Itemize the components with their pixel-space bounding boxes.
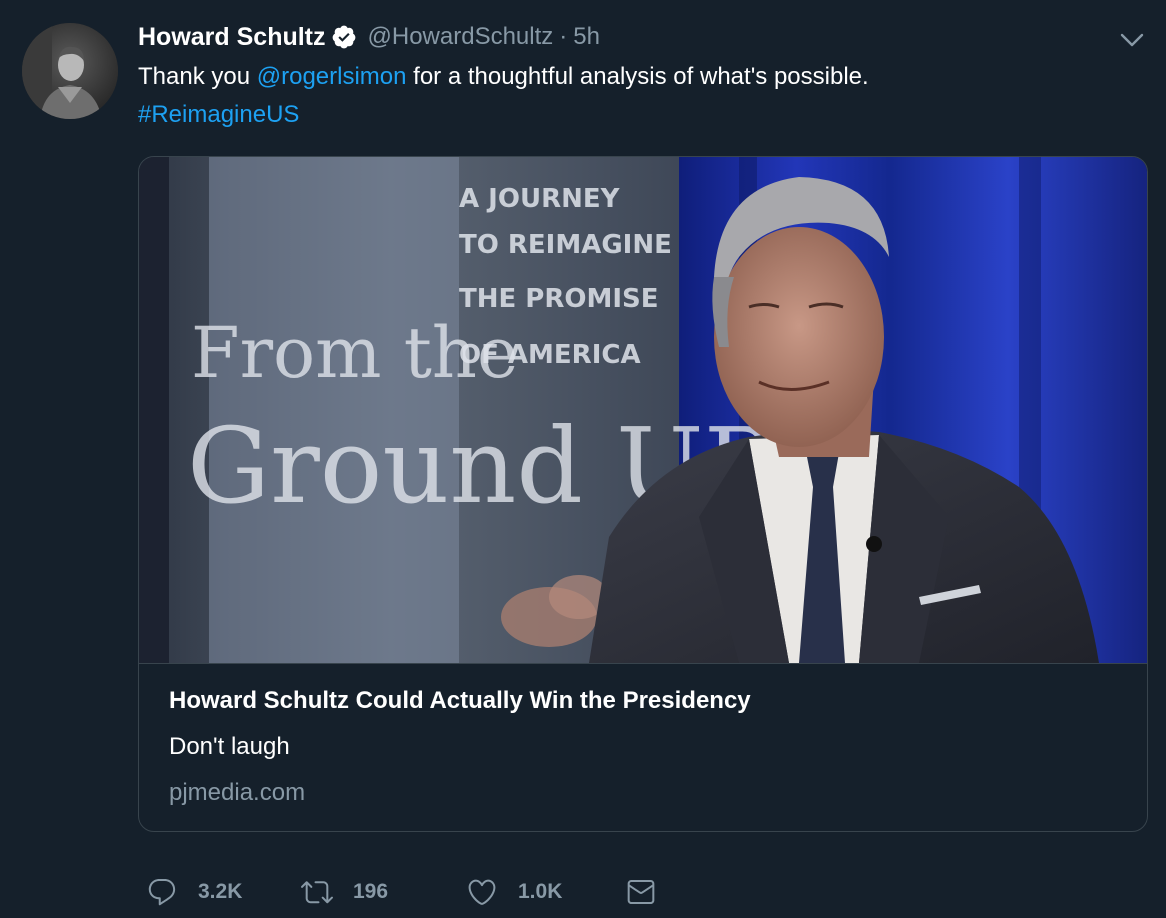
user-handle[interactable]: @HowardSchultz: [368, 23, 554, 51]
direct-message-button[interactable]: [624, 876, 658, 908]
link-card[interactable]: From the Ground UP A JOURNEY TO REIMAGIN…: [138, 156, 1148, 832]
backdrop-journey-line-3: THE PROMISE: [459, 284, 659, 314]
card-image: From the Ground UP A JOURNEY TO REIMAGIN…: [139, 157, 1147, 664]
reply-button[interactable]: 3.2K: [146, 876, 301, 908]
card-title: Howard Schultz Could Actually Win the Pr…: [169, 687, 751, 714]
reply-count: 3.2K: [198, 880, 243, 903]
retweet-count: 196: [353, 880, 389, 903]
tweet-actions: 3.2K 196 1.0K: [146, 870, 658, 914]
verified-badge-icon: [331, 24, 357, 50]
display-name[interactable]: Howard Schultz: [138, 23, 326, 52]
backdrop-journey-line-1: A JOURNEY: [459, 184, 621, 214]
backdrop-journey-line-4: OF AMERICA: [459, 340, 641, 370]
envelope-icon: [624, 876, 658, 908]
like-count: 1.0K: [518, 880, 563, 903]
tweet-header: Howard Schultz @HowardSchultz · 5h: [138, 20, 600, 54]
retweet-icon: [301, 876, 333, 908]
mention-link[interactable]: @rogerlsimon: [257, 63, 407, 90]
avatar[interactable]: [22, 23, 118, 119]
hashtag-link[interactable]: #ReimagineUS: [138, 101, 299, 128]
card-domain: pjmedia.com: [169, 779, 306, 806]
tweet: Howard Schultz @HowardSchultz · 5h Thank…: [0, 0, 1166, 918]
card-description: Don't laugh: [169, 733, 290, 760]
tweet-text-prefix: Thank you: [138, 63, 257, 90]
tweet-text-suffix: for a thoughtful analysis of what's poss…: [406, 63, 869, 90]
chevron-down-icon[interactable]: [1118, 28, 1146, 52]
backdrop-journey-line-2: TO REIMAGINE: [459, 230, 672, 260]
tweet-text: Thank you @rogerlsimon for a thoughtful …: [138, 58, 1118, 134]
retweet-button[interactable]: 196: [301, 876, 466, 908]
reply-icon: [146, 876, 178, 908]
heart-icon: [466, 876, 498, 908]
timestamp[interactable]: 5h: [573, 23, 600, 51]
separator-dot: ·: [559, 23, 568, 50]
like-button[interactable]: 1.0K: [466, 876, 624, 908]
